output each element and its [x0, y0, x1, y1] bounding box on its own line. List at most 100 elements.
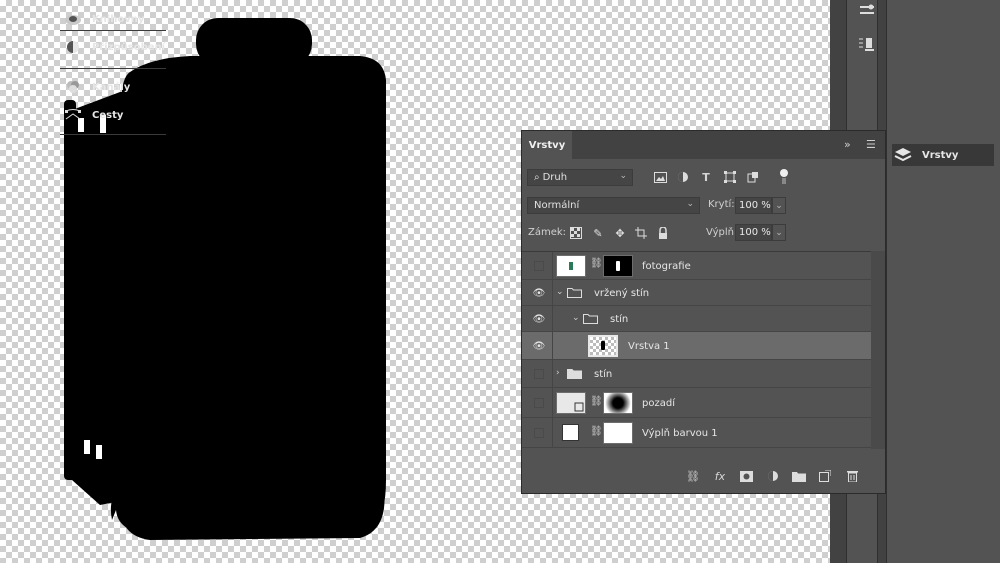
properties-icon[interactable] [856, 0, 878, 20]
dock-item-label: Vrstvy [922, 149, 959, 161]
chevron-down-icon: ⌄ [619, 171, 627, 181]
lock-position-icon[interactable]: ✥ [612, 225, 628, 241]
layer-mask-thumbnail [603, 422, 633, 444]
scrollbar[interactable] [871, 251, 885, 449]
layer-row[interactable]: ⛓ fotografie [522, 252, 871, 280]
chevron-right-icon[interactable]: › [556, 368, 560, 378]
fx-icon[interactable]: fx [712, 468, 728, 484]
visibility-toggle[interactable] [534, 428, 544, 438]
link-icon[interactable]: ⛓ [590, 396, 603, 407]
chevron-down-icon[interactable]: ⌄ [572, 313, 580, 323]
layer-group-row[interactable]: 👁 ⌄ vržený stín [522, 280, 871, 306]
layer-group-row[interactable]: › stín [522, 360, 871, 388]
panel-footer: ⛓ fx [522, 461, 885, 491]
new-layer-icon[interactable] [817, 468, 833, 484]
tab-layers[interactable]: Vrstvy [522, 131, 572, 159]
lock-transparent-pixels-icon[interactable] [568, 225, 584, 241]
fill-dropdown[interactable]: ⌄ [772, 224, 786, 241]
dock-item-channels[interactable]: Kanály [62, 76, 166, 98]
layer-name: Vrstva 1 [628, 341, 670, 352]
layer-mask-thumbnail [603, 392, 633, 414]
dock-item-label: Cesty [92, 109, 124, 121]
lock-label: Zámek: [528, 227, 567, 238]
adjustment-layer-icon[interactable] [765, 468, 781, 484]
new-group-icon[interactable] [791, 468, 807, 484]
folder-icon [567, 369, 582, 379]
add-mask-icon[interactable] [738, 468, 754, 484]
link-icon[interactable]: ⛓ [590, 426, 603, 437]
search-icon: ⌕ [534, 172, 540, 183]
panel-header: Vrstvy » ☰ [522, 131, 885, 159]
layer-name: pozadí [642, 398, 675, 409]
visibility-toggle[interactable] [534, 398, 544, 408]
blend-mode-select[interactable]: Normální ⌄ [527, 197, 700, 214]
libraries-icon [62, 10, 84, 28]
dock-panel-list [886, 0, 1000, 563]
layers-panel: Vrstvy » ☰ ⌕ Druh ⌄ T Normální ⌄ Krytí: … [521, 130, 886, 494]
adjustments-icon [62, 38, 84, 56]
layers-list: ⛓ fotografie 👁 ⌄ vržený stín 👁 ⌄ stín 👁 [522, 251, 871, 450]
lock-artboard-icon[interactable] [633, 225, 649, 241]
layer-name: stín [610, 314, 629, 325]
opacity-input[interactable]: 100 % [735, 197, 772, 214]
smart-object-filter-icon[interactable] [745, 170, 761, 184]
dock-item-paths[interactable]: Cesty [62, 104, 166, 126]
visibility-toggle[interactable] [534, 369, 544, 379]
opacity-dropdown[interactable]: ⌄ [772, 197, 786, 214]
link-layers-icon[interactable]: ⛓ [685, 468, 701, 484]
dock-item-adjustments[interactable]: Přizpůsobení [62, 36, 166, 58]
chevron-down-icon: ⌄ [686, 199, 694, 209]
divider [60, 30, 166, 31]
divider [552, 252, 553, 279]
layer-name: vržený stín [594, 288, 650, 299]
filter-toggle-icon[interactable] [776, 169, 792, 184]
fill-color-swatch[interactable] [562, 424, 579, 441]
divider [552, 306, 553, 331]
layer-name: stín [594, 369, 613, 380]
layer-name: fotografie [642, 261, 691, 272]
trash-icon[interactable] [844, 468, 860, 484]
pixel-filter-icon[interactable] [652, 170, 668, 184]
lock-all-icon[interactable] [655, 225, 671, 241]
visibility-toggle[interactable] [534, 261, 544, 271]
layer-thumbnail [556, 392, 586, 414]
layer-name: Výplň barvou 1 [642, 428, 718, 439]
divider [60, 68, 166, 69]
layer-filter-select[interactable]: ⌕ Druh ⌄ [527, 169, 633, 186]
blend-mode-value: Normální [534, 200, 580, 211]
divider [552, 360, 553, 387]
lock-image-pixels-icon[interactable]: ✎ [590, 225, 606, 241]
divider [552, 388, 553, 417]
folder-icon [567, 288, 582, 298]
layer-row[interactable]: ⛓ pozadí [522, 388, 871, 418]
chevron-down-icon[interactable]: ⌄ [556, 287, 564, 297]
shape-filter-icon[interactable] [722, 170, 738, 184]
folder-icon [583, 314, 598, 324]
eye-icon[interactable]: 👁 [532, 286, 546, 300]
paths-icon [62, 106, 84, 124]
layer-row[interactable]: ⛓ Výplň barvou 1 [522, 418, 871, 448]
divider [60, 134, 166, 135]
panel-menu-icon[interactable]: ☰ [866, 138, 876, 151]
eye-icon[interactable]: 👁 [532, 312, 546, 326]
dock-item-libraries[interactable]: Knihovny [62, 8, 166, 30]
divider [552, 332, 553, 359]
dock-item-label: Kanály [92, 81, 131, 93]
dock-item-label: Knihovny [92, 13, 145, 25]
layers-icon [892, 146, 914, 164]
fill-input[interactable]: 100 % [735, 224, 772, 241]
eye-icon[interactable]: 👁 [532, 339, 546, 353]
history-icon[interactable] [856, 34, 878, 54]
layer-group-row[interactable]: 👁 ⌄ stín [522, 306, 871, 332]
layer-row-selected[interactable]: 👁 Vrstva 1 [522, 332, 871, 360]
filter-label: Druh [542, 172, 568, 183]
layer-thumbnail [588, 335, 618, 357]
opacity-label: Krytí: [708, 199, 735, 210]
dock-item-layers[interactable]: Vrstvy [892, 144, 994, 166]
adjustment-filter-icon[interactable] [675, 170, 691, 184]
channels-icon [62, 78, 84, 96]
collapse-icon[interactable]: » [844, 138, 851, 151]
divider [552, 418, 553, 447]
link-icon[interactable]: ⛓ [590, 258, 603, 269]
type-filter-icon[interactable]: T [698, 170, 714, 184]
